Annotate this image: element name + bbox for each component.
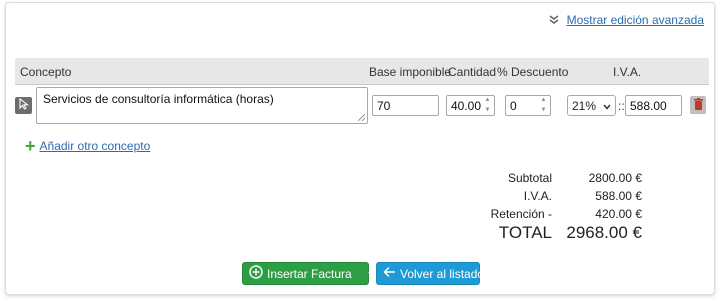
iva-separator: :: (618, 99, 625, 113)
spin-up-icon[interactable]: ▲ (541, 97, 547, 104)
spin-down-icon[interactable]: ▼ (541, 107, 547, 114)
select-product-button[interactable] (15, 97, 32, 114)
discount-spin-arrows[interactable]: ▲ ▼ (538, 97, 549, 114)
retention-label: Retención - (490, 207, 552, 221)
total-value: 2968.00 € (566, 223, 642, 242)
spin-down-icon[interactable]: ▼ (485, 107, 491, 114)
total-label: TOTAL (498, 223, 552, 242)
iva-amount-input[interactable]: 588.00 (625, 95, 682, 116)
header-concept: Concepto (20, 65, 72, 79)
advanced-edit-link[interactable]: Mostrar edición avanzada (567, 13, 704, 27)
header-iva: I.V.A. (613, 65, 642, 79)
quantity-value: 40.00 (451, 99, 482, 113)
cursor-pointer-icon (18, 97, 30, 113)
double-chevron-down-icon (549, 14, 559, 26)
delete-line-button[interactable] (690, 96, 706, 114)
plus-icon: + (25, 136, 36, 156)
iva-total-label: I.V.A. (523, 189, 552, 203)
spin-up-icon[interactable]: ▲ (485, 97, 491, 104)
invoice-lines-panel: Mostrar edición avanzada Concepto Base i… (5, 2, 715, 295)
caret-down-icon[interactable] (367, 271, 376, 276)
header-discount: % Descuento (497, 65, 569, 79)
insert-invoice-button[interactable]: Insertar Factura (242, 262, 376, 285)
back-to-list-label: Volver al listado (400, 266, 485, 281)
quantity-spin-arrows[interactable]: ▲ ▼ (482, 97, 493, 114)
iva-rate-select[interactable]: 21% (567, 95, 616, 116)
concept-text: Servicios de consultoría informática (ho… (43, 92, 274, 106)
arrow-left-icon (383, 266, 396, 281)
table-header: Concepto Base imponible Cantidad % Descu… (15, 58, 709, 85)
iva-total-value: 588.00 € (595, 189, 642, 203)
insert-invoice-label: Insertar Factura (267, 266, 352, 281)
retention-value: 420.00 € (595, 207, 642, 221)
add-concept[interactable]: + Añadir otro concepto (25, 136, 151, 156)
resize-handle-icon[interactable] (358, 114, 365, 121)
header-qty: Cantidad (448, 65, 497, 79)
concept-textarea[interactable]: Servicios de consultoría informática (ho… (36, 87, 368, 124)
back-to-list-button[interactable]: Volver al listado (376, 262, 484, 285)
add-concept-link[interactable]: Añadir otro concepto (40, 139, 151, 153)
advanced-edit-toggle[interactable]: Mostrar edición avanzada (549, 13, 704, 27)
base-input[interactable]: 70 (372, 95, 439, 116)
iva-rate-value: 21% (572, 98, 597, 113)
header-base: Base imponible (369, 65, 452, 79)
trash-icon (693, 97, 703, 113)
chevron-down-icon (603, 99, 611, 113)
plus-circle-icon (249, 265, 263, 282)
subtotal-label: Subtotal (507, 171, 552, 185)
subtotal-value: 2800.00 € (588, 171, 642, 185)
discount-value: 0 (510, 99, 517, 113)
